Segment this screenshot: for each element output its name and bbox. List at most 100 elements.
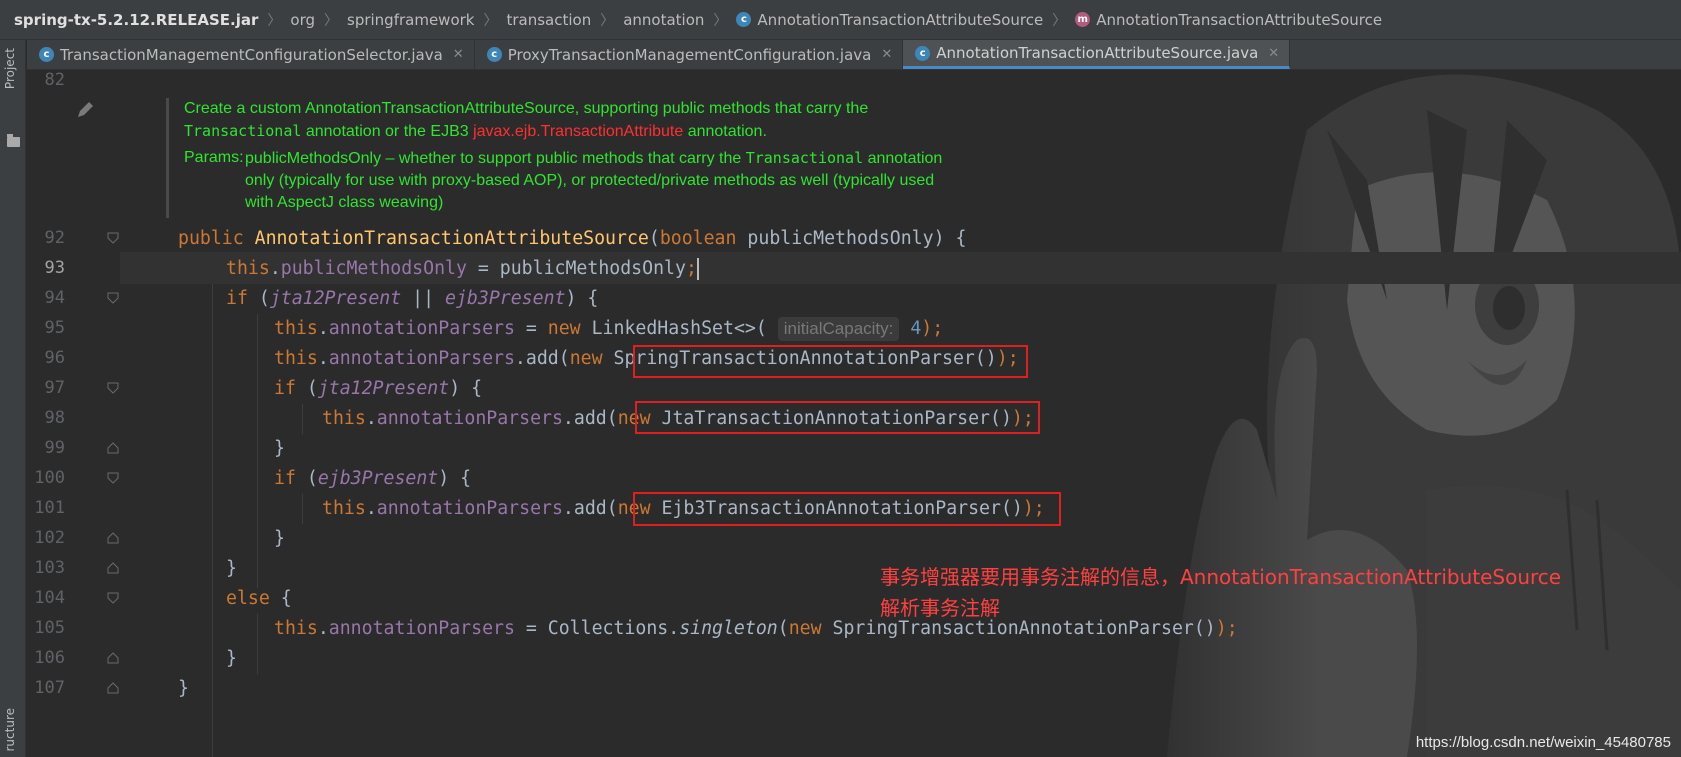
class-name: Collections (547, 618, 669, 639)
fold-open-icon[interactable] (107, 292, 119, 304)
keyword: new (547, 318, 581, 339)
class-icon: c (39, 47, 54, 62)
indent-guide (302, 404, 303, 434)
line-number: 105 (34, 618, 65, 638)
keyword: new (569, 348, 603, 369)
keyword: public (178, 228, 244, 249)
line-number: 100 (34, 468, 65, 488)
tab-proxy-transaction-management-configuration[interactable]: c ProxyTransactionManagementConfiguratio… (475, 40, 904, 69)
keyword: this (274, 618, 318, 639)
line-number: 95 (44, 318, 65, 338)
method-call: add (573, 498, 607, 519)
code-editor[interactable]: 82 92 93 94 95 96 97 98 99 100 101 102 1… (27, 70, 1681, 757)
indent-guide (257, 314, 258, 588)
constructor-name: AnnotationTransactionAttributeSource (254, 228, 649, 249)
code-line-106[interactable]: } (226, 644, 237, 674)
line-number: 101 (34, 498, 65, 518)
fold-open-icon[interactable] (107, 592, 119, 604)
parameter: publicMethodsOnly (499, 258, 686, 279)
annotation-note-line: 事务增强器要用事务注解的信息，AnnotationTransactionAttr… (880, 565, 1562, 589)
field: publicMethodsOnly (280, 258, 467, 279)
edit-doc-icon[interactable] (75, 100, 95, 120)
breadcrumb-item-class[interactable]: AnnotationTransactionAttributeSource (757, 11, 1043, 29)
code-line-94[interactable]: if (jta12Present || ejb3Present) { (226, 284, 598, 314)
doc-code-transactional: Transactional (745, 149, 864, 167)
close-icon[interactable]: ✕ (1268, 46, 1279, 61)
breadcrumb-item-method[interactable]: AnnotationTransactionAttributeSource (1096, 11, 1382, 29)
code-line-103[interactable]: } (226, 554, 237, 584)
fold-close-icon[interactable] (107, 682, 119, 694)
method-call: add (573, 408, 607, 429)
code-line-95[interactable]: this.annotationParsers = new LinkedHashS… (274, 314, 943, 344)
breadcrumb-item-springframework[interactable]: springframework (347, 11, 474, 29)
tab-annotation-transaction-attribute-source[interactable]: c AnnotationTransactionAttributeSource.j… (903, 40, 1291, 69)
number: 4 (910, 318, 922, 339)
tab-label: ProxyTransactionManagementConfiguration.… (507, 45, 872, 64)
doc-line: Create a custom AnnotationTransactionAtt… (184, 100, 869, 117)
breadcrumb-jar[interactable]: spring-tx-5.2.12.RELEASE.jar (14, 11, 258, 29)
annotation-note: 事务增强器要用事务注解的信息，AnnotationTransactionAttr… (880, 562, 1561, 624)
fold-close-icon[interactable] (107, 532, 119, 544)
field: annotationParsers (328, 318, 515, 339)
code-line-104[interactable]: else { (226, 584, 292, 614)
breadcrumb-item-annotation[interactable]: annotation (623, 11, 704, 29)
tab-transaction-management-configuration-selector[interactable]: c TransactionManagementConfigurationSele… (27, 40, 475, 69)
method-call: singleton (679, 618, 778, 639)
code-line-100[interactable]: if (ejb3Present) { (274, 464, 471, 494)
tool-window-strip: Project ructure (0, 40, 26, 757)
line-number: 96 (44, 348, 65, 368)
close-icon[interactable]: ✕ (881, 47, 892, 62)
code-line-93[interactable]: this.publicMethodsOnly = publicMethodsOn… (226, 254, 699, 284)
static-field: ejb3Present (317, 468, 439, 489)
folder-icon (7, 134, 20, 147)
structure-tool-button[interactable]: ructure (3, 708, 23, 752)
fold-close-icon[interactable] (107, 562, 119, 574)
doc-param-text: publicMethodsOnly – whether to support p… (245, 150, 746, 167)
chevron-right-icon: 〉 (713, 12, 728, 29)
keyword: this (322, 408, 366, 429)
fold-open-icon[interactable] (107, 232, 119, 244)
breadcrumb-item-org[interactable]: org (290, 11, 315, 29)
line-number: 98 (44, 408, 65, 428)
class-icon: c (486, 47, 502, 62)
fold-open-icon[interactable] (107, 382, 119, 394)
doc-code-transactional: Transactional (184, 122, 302, 140)
line-number: 104 (34, 588, 65, 608)
static-field: jta12Present (317, 378, 450, 399)
javadoc-block: Create a custom AnnotationTransactionAtt… (166, 98, 944, 218)
line-number: 103 (34, 558, 65, 578)
doc-params: Params: publicMethodsOnly – whether to s… (184, 147, 944, 214)
code-line-99[interactable]: } (274, 434, 285, 464)
breadcrumb-item-transaction[interactable]: transaction (506, 11, 591, 29)
fold-close-icon[interactable] (107, 442, 119, 454)
parameter: publicMethodsOnly (747, 228, 934, 249)
parameter-hint: initialCapacity: (777, 317, 900, 341)
keyword: if (274, 468, 296, 489)
keyword: new (788, 618, 822, 639)
annotation-note-line: 解析事务注解 (880, 596, 1000, 620)
doc-link-ejb[interactable]: javax.ejb.TransactionAttribute (473, 123, 683, 140)
code-line-107[interactable]: } (178, 674, 189, 704)
indent-guide (257, 614, 258, 674)
background-illustration (1127, 70, 1681, 757)
line-number: 99 (44, 438, 65, 458)
code-line-97[interactable]: if (jta12Present) { (274, 374, 482, 404)
keyword: if (274, 378, 296, 399)
line-number: 102 (34, 528, 65, 548)
chevron-right-icon: 〉 (324, 12, 338, 29)
keyword: else (226, 588, 270, 609)
project-tool-button[interactable]: Project (3, 48, 23, 89)
breadcrumb: spring-tx-5.2.12.RELEASE.jar 〉 org 〉 spr… (0, 0, 1681, 40)
text-caret (696, 258, 699, 280)
watermark: https://blog.csdn.net/weixin_45480785 (1415, 734, 1671, 751)
fold-close-icon[interactable] (107, 652, 119, 664)
static-field: ejb3Present (445, 288, 566, 309)
close-icon[interactable]: ✕ (453, 47, 464, 62)
code-line-92[interactable]: public AnnotationTransactionAttributeSou… (178, 224, 966, 254)
keyword: boolean (659, 228, 737, 249)
field: annotationParsers (376, 408, 563, 429)
fold-open-icon[interactable] (107, 472, 119, 484)
code-line-102[interactable]: } (274, 524, 285, 554)
keyword: this (322, 498, 366, 519)
field: annotationParsers (328, 618, 515, 639)
